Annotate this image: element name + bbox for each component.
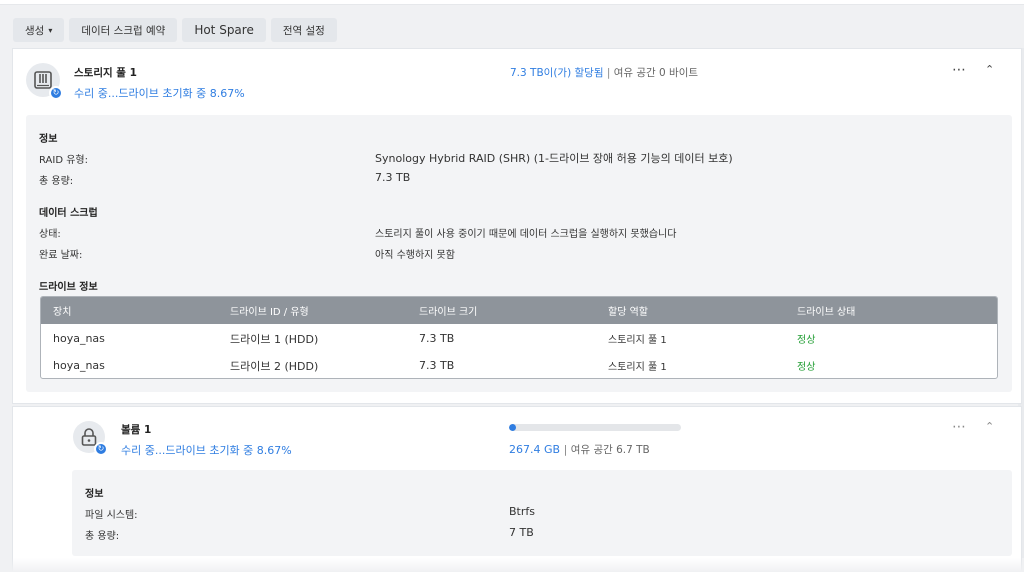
volume-info-box: 정보 파일 시스템: Btrfs 총 용량: 7 TB [72,470,1012,556]
column-header[interactable]: 장치 [41,303,230,318]
scrub-schedule-button[interactable]: 데이터 스크럽 예약 [69,18,178,42]
pool-title: 스토리지 풀 1 [74,67,137,79]
collapse-icon[interactable]: ⌃ [985,63,994,76]
toolbar: 생성 ▾ 데이터 스크럽 예약 Hot Spare 전역 설정 [13,18,337,42]
separator: | [563,443,568,456]
more-options-icon[interactable]: ⋯ [952,419,967,435]
device-cell: hoya_nas [53,359,105,372]
scrub-section-header: 데이터 스크럽 [39,208,98,219]
top-divider [0,0,1024,5]
drive-size-cell: 7.3 TB [419,359,455,372]
hot-spare-button[interactable]: Hot Spare [182,18,266,42]
drive-table: 장치 드라이브 ID / 유형 드라이브 크기 할당 역할 드라이브 상태 ho… [40,296,998,379]
pool-allocated: 7.3 TB이(가) 할당됨 [510,67,604,79]
pool-status: 수리 중...드라이브 초기화 중 8.67% [74,87,245,100]
table-row[interactable]: hoya_nas 드라이브 2 (HDD) 7.3 TB 스토리지 풀 1 정상 [41,352,997,378]
volume-used: 267.4 GB [509,443,561,456]
create-button[interactable]: 생성 ▾ [13,18,65,42]
volume-panel: ↻ 볼륨 1 수리 중...드라이브 초기화 중 8.67% 267.4 GB … [12,406,1022,572]
info-section-header: 정보 [39,134,58,145]
total-capacity-label: 총 용량: [39,176,74,187]
total-capacity-value: 7 TB [509,526,534,539]
device-cell: hoya_nas [53,332,105,345]
storage-pool-icon: ↻ [26,63,63,100]
volume-free-space: 여유 공간 6.7 TB [570,444,650,456]
volume-usage-fill [509,424,516,431]
scrub-state-value: 스토리지 풀이 사용 중이기 때문에 데이터 스크럽을 실행하지 못했습니다 [375,229,677,240]
total-capacity-label: 총 용량: [85,531,120,542]
drive-id-cell: 드라이브 2 (HDD) [230,359,319,373]
scrub-state-label: 상태: [39,229,61,240]
volume-usage-bar [509,424,681,431]
completion-date-value: 아직 수행하지 못함 [375,250,455,261]
drive-id-cell: 드라이브 1 (HDD) [230,332,319,346]
total-capacity-value: 7.3 TB [375,171,411,184]
column-header[interactable]: 드라이브 크기 [419,303,608,318]
drive-table-header: 장치 드라이브 ID / 유형 드라이브 크기 할당 역할 드라이브 상태 [41,297,997,324]
global-settings-button[interactable]: 전역 설정 [270,18,337,42]
create-button-label: 생성 [25,24,45,37]
chevron-down-icon: ▾ [48,25,53,35]
pool-free-space: 여유 공간 0 바이트 [613,67,699,79]
column-header[interactable]: 할당 역할 [608,303,797,318]
role-cell: 스토리지 풀 1 [608,362,667,373]
info-section-header: 정보 [85,489,104,500]
pool-info-box: 정보 RAID 유형: Synology Hybrid RAID (SHR) (… [26,115,1012,392]
raid-type-value: Synology Hybrid RAID (SHR) (1-드라이브 장애 허용… [375,152,733,165]
raid-type-label: RAID 유형: [39,155,88,166]
drive-status-cell: 정상 [797,335,816,346]
drive-status-cell: 정상 [797,362,816,373]
volume-title: 볼륨 1 [121,424,152,436]
pool-allocation: 7.3 TB이(가) 할당됨 | 여유 공간 0 바이트 [510,65,698,80]
file-system-label: 파일 시스템: [85,510,138,521]
collapse-icon[interactable]: ⌃ [985,420,994,433]
volume-icon: ↻ [73,421,108,456]
repair-sync-icon: ↻ [49,86,63,100]
nas-icon [34,71,52,89]
volume-usage: 267.4 GB | 여유 공간 6.7 TB [509,442,650,457]
more-options-icon[interactable]: ⋯ [952,62,967,78]
drive-size-cell: 7.3 TB [419,332,455,345]
table-row[interactable]: hoya_nas 드라이브 1 (HDD) 7.3 TB 스토리지 풀 1 정상 [41,325,997,352]
column-header[interactable]: 드라이브 상태 [797,303,997,318]
column-header[interactable]: 드라이브 ID / 유형 [230,303,419,318]
bottom-fade [0,558,1024,572]
separator: | [606,67,611,79]
repair-sync-icon: ↻ [94,442,108,456]
file-system-value: Btrfs [509,505,535,518]
drive-section-header: 드라이브 정보 [39,282,98,293]
completion-date-label: 완료 날짜: [39,250,83,261]
storage-pool-panel: ↻ 스토리지 풀 1 수리 중...드라이브 초기화 중 8.67% 7.3 T… [12,48,1022,404]
volume-status: 수리 중...드라이브 초기화 중 8.67% [121,444,292,457]
role-cell: 스토리지 풀 1 [608,335,667,346]
